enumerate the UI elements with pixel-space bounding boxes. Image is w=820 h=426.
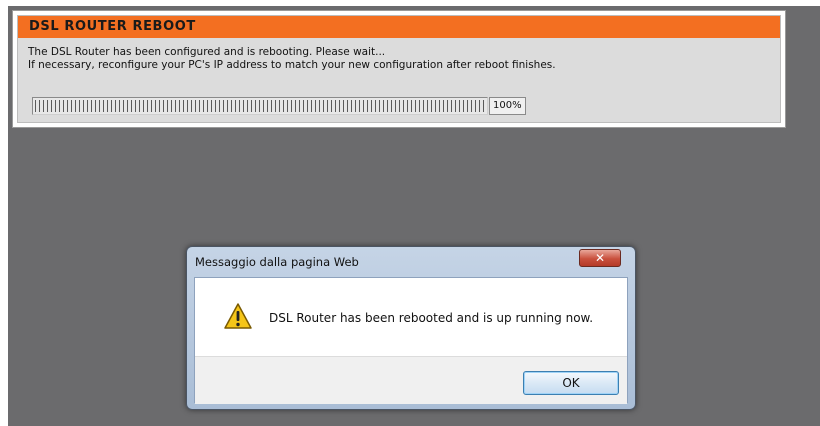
router-reboot-panel: DSL ROUTER REBOOT The DSL Router has bee… xyxy=(12,10,786,128)
panel-message-line2: If necessary, reconfigure your PC's IP a… xyxy=(28,59,556,71)
close-icon: ✕ xyxy=(594,251,606,265)
panel-header: DSL ROUTER REBOOT xyxy=(18,16,780,38)
progress-bar-fill xyxy=(35,100,485,112)
panel-message: The DSL Router has been configured and i… xyxy=(28,46,556,72)
dialog-message-area: DSL Router has been rebooted and is up r… xyxy=(195,278,627,356)
dialog-footer: OK xyxy=(195,356,627,404)
progress-bar xyxy=(32,97,488,115)
panel-message-line1: The DSL Router has been configured and i… xyxy=(28,46,386,58)
reboot-progress: 100% xyxy=(32,96,532,116)
message-dialog: Messaggio dalla pagina Web ✕ DSL Router … xyxy=(186,246,636,410)
dialog-title: Messaggio dalla pagina Web xyxy=(195,255,359,269)
router-reboot-panel-body: DSL ROUTER REBOOT The DSL Router has bee… xyxy=(17,15,781,123)
close-button[interactable]: ✕ xyxy=(579,249,621,267)
progress-percent: 100% xyxy=(489,97,526,115)
warning-icon xyxy=(224,303,252,329)
ok-button[interactable]: OK xyxy=(523,371,619,395)
dialog-message: DSL Router has been rebooted and is up r… xyxy=(269,311,594,325)
dialog-body: DSL Router has been rebooted and is up r… xyxy=(194,277,628,404)
